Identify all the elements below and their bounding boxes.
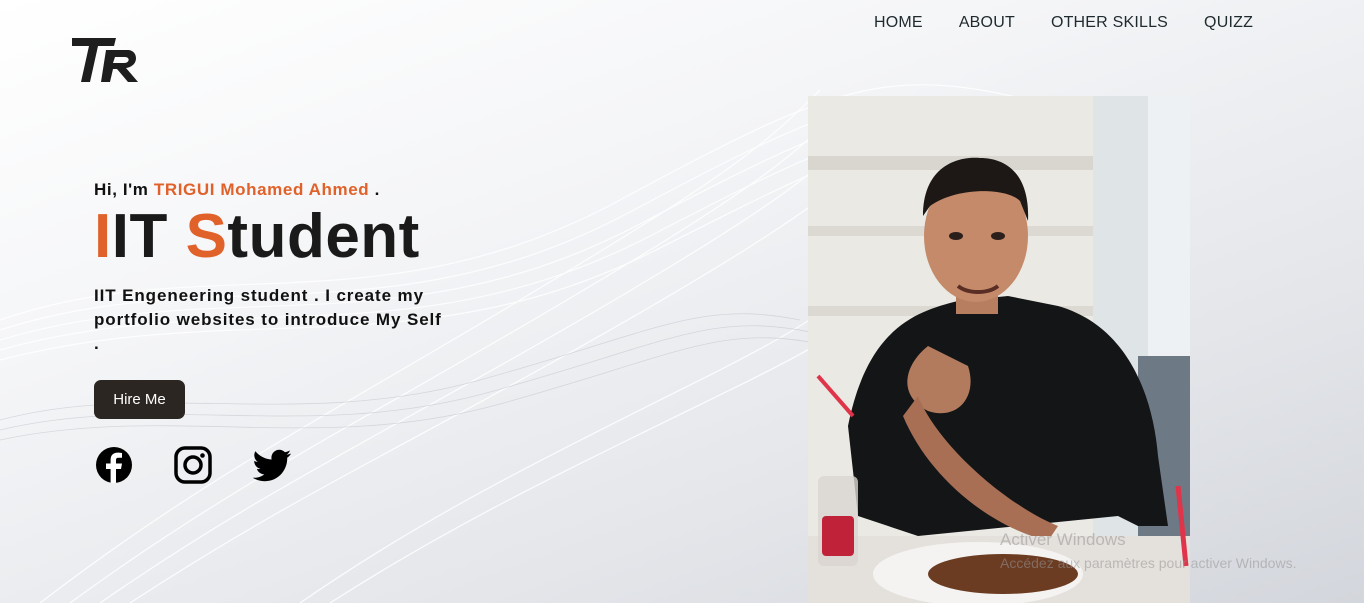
nav-home[interactable]: HOME bbox=[874, 14, 923, 32]
main-nav: HOME ABOUT OTHER SKILLS QUIZZ bbox=[874, 14, 1253, 32]
greeting-prefix: Hi, I'm bbox=[94, 180, 154, 199]
hero-title-accent-2: S bbox=[185, 202, 228, 271]
nav-other-skills[interactable]: OTHER SKILLS bbox=[1051, 14, 1168, 32]
hero-title: IIT Student bbox=[94, 204, 454, 270]
hire-me-button[interactable]: Hire Me bbox=[94, 380, 185, 419]
windows-watermark-text: Accédez aux paramètres pour activer Wind… bbox=[1000, 555, 1297, 571]
tr-logo[interactable] bbox=[70, 36, 140, 84]
hero-title-part-1: IT bbox=[111, 202, 186, 271]
twitter-icon[interactable] bbox=[253, 445, 293, 485]
hero-section: Hi, I'm TRIGUI Mohamed Ahmed . IIT Stude… bbox=[94, 180, 454, 356]
hero-title-accent-1: I bbox=[94, 202, 112, 271]
nav-quizz[interactable]: QUIZZ bbox=[1204, 14, 1253, 32]
greeting-suffix: . bbox=[369, 180, 380, 199]
profile-photo bbox=[808, 96, 1190, 603]
hero-name: TRIGUI Mohamed Ahmed bbox=[153, 180, 370, 199]
windows-watermark-title: Activer Windows bbox=[1000, 530, 1126, 549]
facebook-icon[interactable] bbox=[94, 445, 134, 485]
hero-title-part-2: tudent bbox=[227, 202, 420, 271]
greeting: Hi, I'm TRIGUI Mohamed Ahmed . bbox=[94, 180, 454, 200]
nav-about[interactable]: ABOUT bbox=[959, 14, 1015, 32]
instagram-icon[interactable] bbox=[173, 445, 213, 485]
hero-description: IIT Engeneering student . I create my po… bbox=[94, 286, 442, 353]
